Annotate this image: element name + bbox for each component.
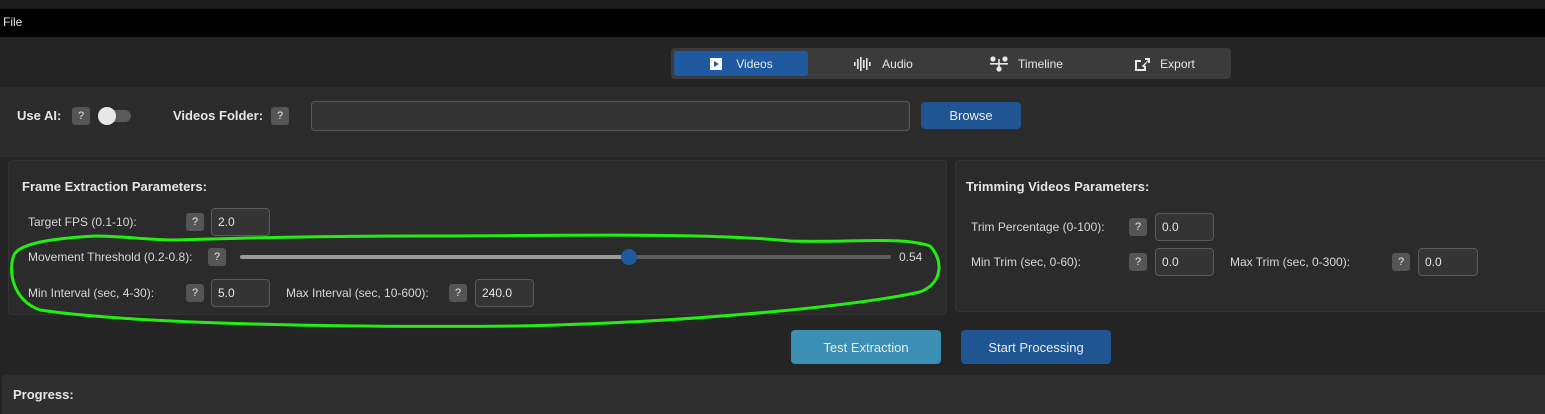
test-extraction-button[interactable]: Test Extraction (791, 330, 941, 364)
movement-threshold-value: 0.54 (899, 250, 923, 264)
max-trim-input[interactable]: 0.0 (1418, 248, 1478, 276)
videos-folder-help-button[interactable]: ? (271, 107, 289, 125)
frame-extraction-title: Frame Extraction Parameters: (22, 179, 207, 194)
tab-bar: Videos Audio Timeline Export (671, 48, 1231, 79)
use-ai-help-button[interactable]: ? (72, 107, 90, 125)
min-interval-input[interactable]: 5.0 (211, 279, 270, 307)
max-interval-input[interactable]: 240.0 (475, 279, 534, 307)
max-trim-help-button[interactable]: ? (1392, 253, 1410, 271)
tab-timeline[interactable]: Timeline (956, 51, 1096, 76)
max-trim-label: Max Trim (sec, 0-300): (1230, 255, 1351, 269)
target-fps-help-button[interactable]: ? (186, 213, 204, 231)
audio-wave-icon (854, 56, 871, 71)
trim-percentage-help-button[interactable]: ? (1129, 218, 1147, 236)
use-ai-toggle-knob[interactable] (98, 107, 116, 125)
videos-folder-label: Videos Folder: (173, 108, 264, 123)
trim-percentage-label: Trim Percentage (0-100): (971, 220, 1105, 234)
export-icon (1135, 57, 1151, 71)
min-trim-help-button[interactable]: ? (1129, 253, 1147, 271)
menu-file[interactable]: File (3, 15, 22, 29)
use-ai-label: Use AI: (17, 108, 62, 123)
browse-button[interactable]: Browse (921, 102, 1021, 129)
video-icon (710, 57, 723, 70)
tab-label: Videos (736, 56, 773, 71)
menu-bar (0, 9, 1545, 37)
movement-threshold-label: Movement Threshold (0.2-0.8): (28, 250, 193, 264)
timeline-icon (990, 55, 1009, 72)
tab-label: Audio (882, 56, 913, 71)
max-interval-label: Max Interval (sec, 10-600): (286, 286, 429, 300)
start-processing-button[interactable]: Start Processing (961, 330, 1111, 364)
movement-threshold-slider-fill (240, 255, 629, 259)
progress-section (2, 375, 1545, 414)
min-trim-input[interactable]: 0.0 (1155, 248, 1214, 276)
tab-audio[interactable]: Audio (816, 51, 950, 76)
target-fps-input[interactable]: 2.0 (211, 208, 270, 236)
min-trim-label: Min Trim (sec, 0-60): (971, 255, 1082, 269)
trim-percentage-input[interactable]: 0.0 (1155, 213, 1214, 241)
movement-threshold-help-button[interactable]: ? (208, 248, 226, 266)
trimming-title: Trimming Videos Parameters: (966, 179, 1150, 194)
tab-export[interactable]: Export (1101, 51, 1227, 76)
tab-label: Timeline (1018, 56, 1063, 71)
videos-folder-input[interactable] (311, 101, 910, 131)
min-interval-help-button[interactable]: ? (186, 284, 204, 302)
title-strip (0, 0, 1545, 9)
movement-threshold-slider-handle[interactable] (621, 249, 637, 265)
min-interval-label: Min Interval (sec, 4-30): (28, 286, 155, 300)
target-fps-label: Target FPS (0.1-10): (28, 215, 137, 229)
progress-label: Progress: (13, 387, 74, 402)
tab-label: Export (1160, 56, 1195, 71)
tab-videos[interactable]: Videos (674, 51, 808, 76)
max-interval-help-button[interactable]: ? (449, 284, 467, 302)
